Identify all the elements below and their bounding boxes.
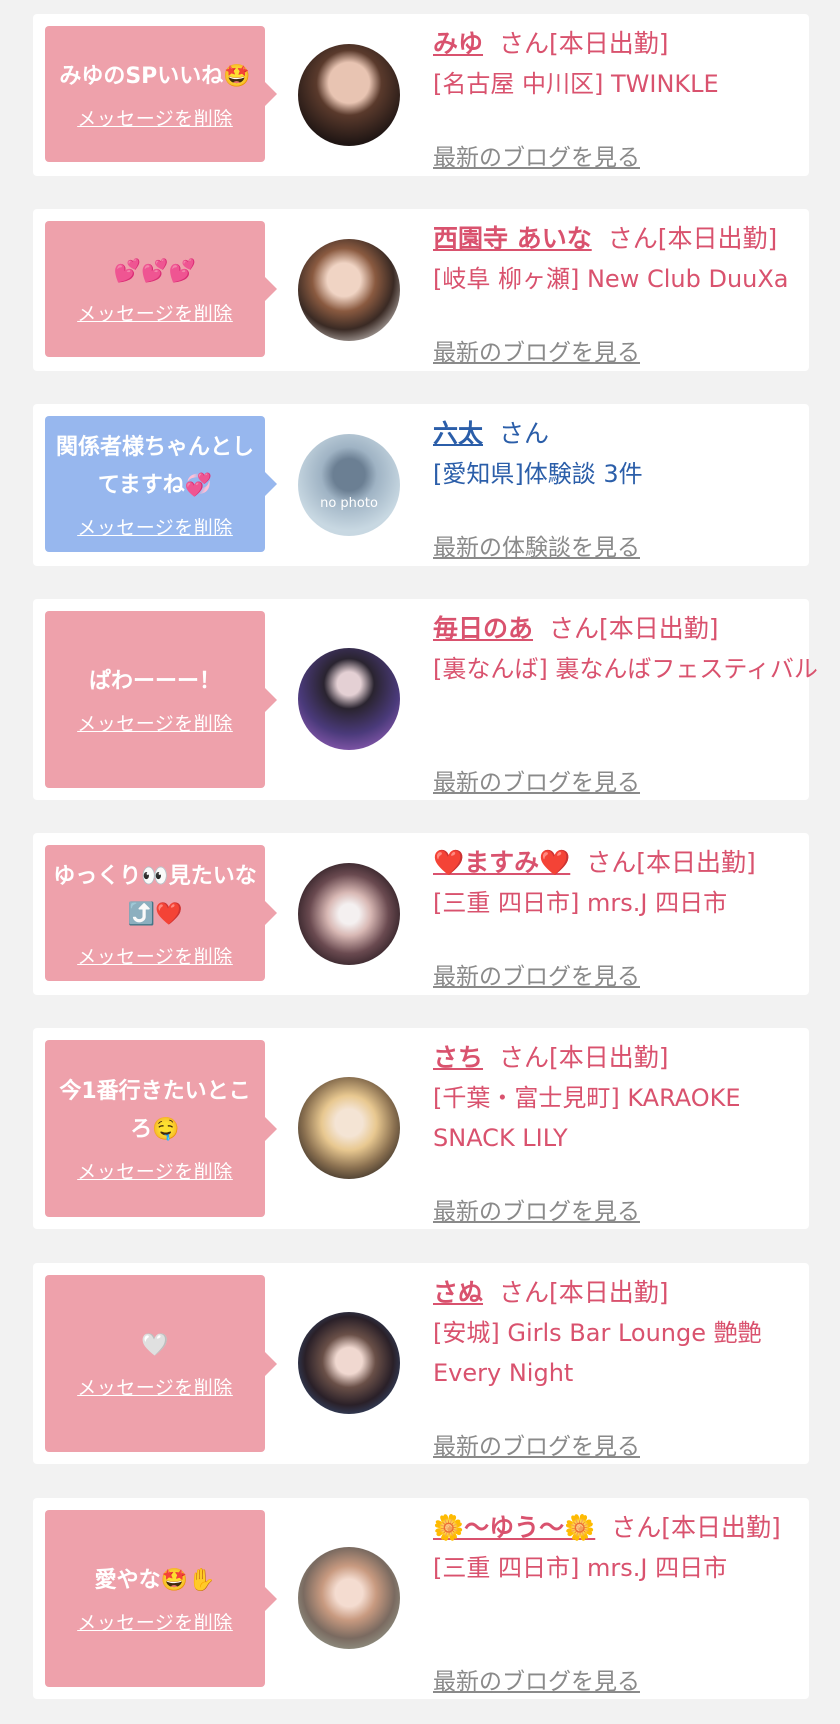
avatar[interactable]	[298, 1547, 400, 1649]
profile-name-link[interactable]: さぬ	[433, 1278, 483, 1307]
message-bubble: 💕💕💕 メッセージを削除	[45, 221, 277, 357]
delete-message-link[interactable]: メッセージを削除	[77, 1608, 233, 1635]
latest-blog-link[interactable]: 最新のブログを見る	[433, 1192, 640, 1226]
profile-info: 🌼〜ゆう〜🌼 さん[本日出勤] [三重 四日市] mrs.J 四日市 最新のブログ…	[433, 1508, 828, 1695]
message-text: 今1番行きたいところ🤤	[59, 1079, 251, 1142]
delete-message-link[interactable]: メッセージを削除	[77, 1373, 233, 1400]
status-label: さん[本日出勤]	[549, 614, 719, 643]
avatar[interactable]	[298, 1312, 400, 1414]
latest-review-link[interactable]: 最新の体験談を見る	[433, 528, 640, 562]
status-label: さん[本日出勤]	[607, 224, 778, 253]
profile-info: 毎日のあ さん[本日出勤] [裏なんば] 裏なんばフェスティバル 最新のブログを見…	[433, 609, 828, 796]
message-bubble: 🤍 メッセージを削除	[45, 1275, 277, 1452]
profile-info: 六太 さん [愛知県]体験談 3件 最新の体験談を見る	[433, 414, 828, 561]
message-bubble: 関係者様ちゃんとしてますね💞 メッセージを削除	[45, 416, 277, 552]
delete-message-link[interactable]: メッセージを削除	[77, 104, 233, 131]
profile-info: 西園寺 あいな さん[本日出勤] [岐阜 柳ヶ瀬] New Club DuuXa …	[433, 219, 828, 366]
delete-message-link[interactable]: メッセージを削除	[77, 513, 233, 540]
list-item: 今1番行きたいところ🤤 メッセージを削除 さち さん[本日出勤] [千葉・富士見町…	[33, 1028, 809, 1229]
list-item: ゆっくり👀見たいな⤴️❤️ メッセージを削除 ❤️ますみ❤️ さん[本日出勤] […	[33, 833, 809, 995]
no-photo-label: no photo	[320, 496, 378, 511]
profile-name-link[interactable]: さち	[433, 1043, 483, 1072]
list-item: 🤍 メッセージを削除 さぬ さん[本日出勤] [安城] Girls Bar Lou…	[33, 1263, 809, 1464]
profile-name-link[interactable]: 🌼〜ゆう〜🌼	[433, 1513, 595, 1542]
message-text: ぱわーーー！	[88, 669, 221, 694]
shop-info: [安城] Girls Bar Lounge 艶艶 Every Night	[433, 1319, 762, 1387]
status-label: さん[本日出勤]	[586, 848, 756, 877]
latest-blog-link[interactable]: 最新のブログを見る	[433, 333, 640, 367]
delete-message-link[interactable]: メッセージを削除	[77, 299, 233, 326]
latest-blog-link[interactable]: 最新のブログを見る	[433, 1662, 640, 1696]
shop-info: [三重 四日市] mrs.J 四日市	[433, 1554, 728, 1582]
status-label: さん[本日出勤]	[611, 1513, 781, 1542]
status-label: さん[本日出勤]	[499, 29, 669, 58]
shop-info: [三重 四日市] mrs.J 四日市	[433, 889, 728, 917]
shop-info: [裏なんば] 裏なんばフェスティバル	[433, 655, 818, 683]
avatar[interactable]	[298, 239, 400, 341]
latest-blog-link[interactable]: 最新のブログを見る	[433, 138, 640, 172]
profile-info: みゆ さん[本日出勤] [名古屋 中川区] TWINKLE 最新のブログを見る	[433, 24, 828, 171]
profile-name-link[interactable]: 西園寺 あいな	[433, 224, 592, 253]
latest-blog-link[interactable]: 最新のブログを見る	[433, 763, 640, 797]
message-text: ゆっくり👀見たいな⤴️❤️	[53, 863, 257, 927]
delete-message-link[interactable]: メッセージを削除	[77, 1157, 233, 1184]
shop-info: [名古屋 中川区] TWINKLE	[433, 70, 719, 98]
list-item: 関係者様ちゃんとしてますね💞 メッセージを削除 no photo 六太 さん [愛…	[33, 404, 809, 566]
message-text: 🤍	[141, 1333, 169, 1358]
message-bubble: ゆっくり👀見たいな⤴️❤️ メッセージを削除	[45, 845, 277, 981]
message-text: みゆのSPいいね🤩	[59, 63, 251, 89]
list-item: 💕💕💕 メッセージを削除 西園寺 あいな さん[本日出勤] [岐阜 柳ヶ瀬] Ne…	[33, 209, 809, 371]
avatar[interactable]	[298, 863, 400, 965]
profile-name-link[interactable]: 六太	[433, 419, 483, 448]
latest-blog-link[interactable]: 最新のブログを見る	[433, 1427, 640, 1461]
delete-message-link[interactable]: メッセージを削除	[77, 942, 233, 969]
profile-info: さぬ さん[本日出勤] [安城] Girls Bar Lounge 艶艶 Ever…	[433, 1273, 828, 1460]
profile-name-link[interactable]: みゆ	[433, 29, 483, 58]
profile-info: ❤️ますみ❤️ さん[本日出勤] [三重 四日市] mrs.J 四日市 最新のブロ…	[433, 843, 828, 990]
message-text: 関係者様ちゃんとしてますね💞	[55, 434, 254, 498]
shop-info: [岐阜 柳ヶ瀬] New Club DuuXa	[433, 265, 789, 293]
message-bubble: 愛やな🤩✋ メッセージを削除	[45, 1510, 277, 1687]
avatar[interactable]	[298, 44, 400, 146]
message-bubble: みゆのSPいいね🤩 メッセージを削除	[45, 26, 277, 162]
avatar[interactable]	[298, 648, 400, 750]
avatar[interactable]: no photo	[298, 434, 400, 536]
shop-info: [愛知県]体験談 3件	[433, 460, 643, 488]
avatar[interactable]	[298, 1077, 400, 1179]
list-item: ぱわーーー！ メッセージを削除 毎日のあ さん[本日出勤] [裏なんば] 裏なんば…	[33, 599, 818, 800]
message-bubble: 今1番行きたいところ🤤 メッセージを削除	[45, 1040, 277, 1217]
message-text: 愛やな🤩✋	[94, 1568, 216, 1593]
status-label: さん[本日出勤]	[499, 1278, 669, 1307]
message-text: 💕💕💕	[113, 258, 197, 284]
profile-name-link[interactable]: ❤️ますみ❤️	[433, 848, 570, 877]
message-list: みゆのSPいいね🤩 メッセージを削除 みゆ さん[本日出勤] [名古屋 中川区] …	[0, 0, 840, 1724]
profile-name-link[interactable]: 毎日のあ	[433, 614, 533, 643]
list-item: みゆのSPいいね🤩 メッセージを削除 みゆ さん[本日出勤] [名古屋 中川区] …	[33, 14, 809, 176]
shop-info: [千葉・富士見町] KARAOKE SNACK LILY	[433, 1084, 741, 1152]
latest-blog-link[interactable]: 最新のブログを見る	[433, 957, 640, 991]
list-item: 愛やな🤩✋ メッセージを削除 🌼〜ゆう〜🌼 さん[本日出勤] [三重 四日市] m…	[33, 1498, 809, 1699]
status-label: さん	[499, 419, 550, 448]
profile-info: さち さん[本日出勤] [千葉・富士見町] KARAOKE SNACK LILY …	[433, 1038, 828, 1225]
message-bubble: ぱわーーー！ メッセージを削除	[45, 611, 277, 788]
delete-message-link[interactable]: メッセージを削除	[77, 709, 233, 736]
status-label: さん[本日出勤]	[499, 1043, 669, 1072]
